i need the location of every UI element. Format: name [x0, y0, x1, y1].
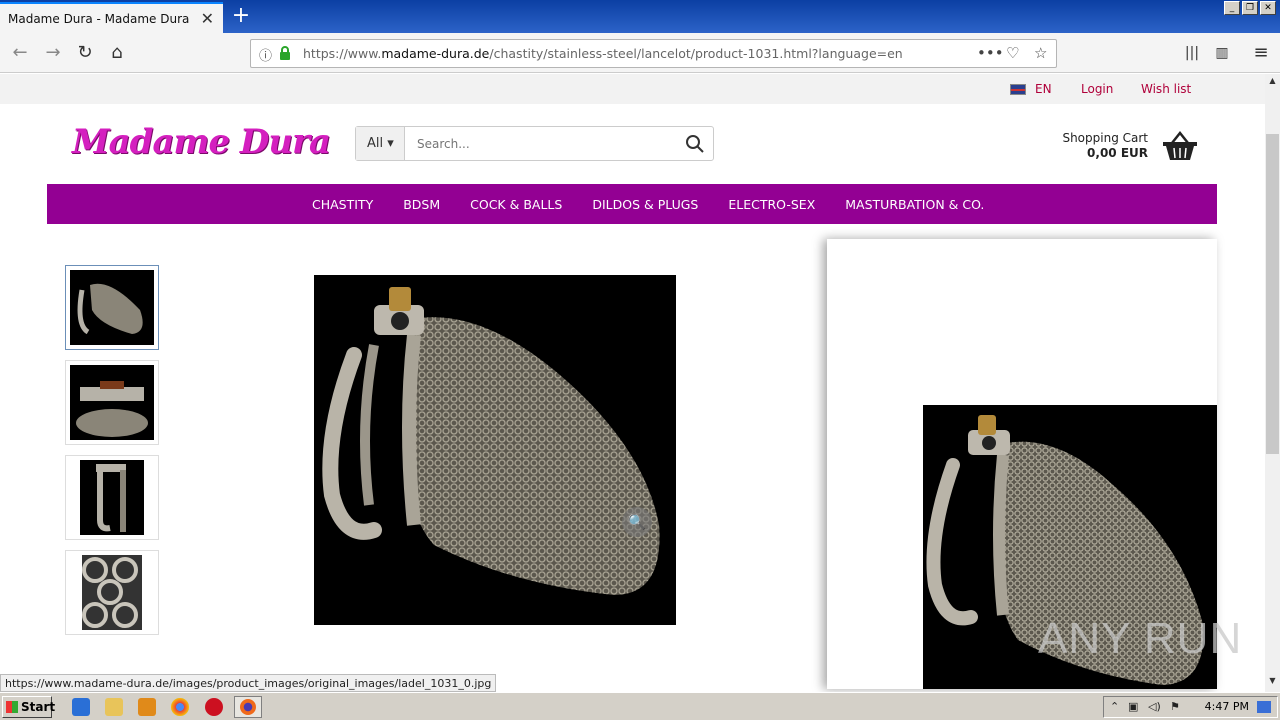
uk-flag-icon [1010, 84, 1026, 95]
firefox-icon [240, 699, 256, 715]
sidebar-icon[interactable]: ▥ [1210, 41, 1234, 65]
product-main-image[interactable] [314, 275, 676, 625]
cart-total: 0,00 EUR [1087, 146, 1148, 160]
taskbar: Start ⌃ ▣ ◁) ⚑ 4:47 PM [0, 692, 1280, 720]
clock: 4:47 PM [1204, 700, 1249, 713]
new-tab-icon[interactable]: + [229, 2, 253, 30]
network-icon[interactable]: ▣ [1128, 700, 1138, 713]
forward-icon[interactable]: → [41, 41, 65, 65]
url-text: https://www.madame-dura.de/chastity/stai… [303, 46, 903, 61]
basket-icon[interactable] [1162, 131, 1198, 161]
explorer-icon[interactable] [105, 698, 123, 716]
zoom-icon[interactable]: 🔍 [622, 507, 652, 537]
language-link[interactable]: EN [1035, 82, 1052, 96]
menu-item-masturbation[interactable]: MASTURBATION & CO. [845, 184, 984, 226]
login-link[interactable]: Login [1081, 82, 1113, 96]
minimize-icon[interactable]: _ [1224, 1, 1240, 15]
site-logo[interactable]: Madame Dura [72, 122, 331, 162]
ie-icon[interactable] [72, 698, 90, 716]
menu-item-cock-balls[interactable]: COCK & BALLS [470, 184, 562, 226]
show-desktop-icon[interactable] [1257, 701, 1271, 713]
menu-item-dildos-plugs[interactable]: DILDOS & PLUGS [592, 184, 698, 226]
restore-icon[interactable]: ❐ [1242, 1, 1258, 15]
media-player-icon[interactable] [138, 698, 156, 716]
search-category-select[interactable]: All ▾ [356, 127, 405, 160]
vertical-scrollbar[interactable]: ▲ ▼ [1265, 74, 1280, 692]
status-url: https://www.madame-dura.de/images/produc… [0, 674, 497, 692]
utility-bar: EN Login Wish list [0, 74, 1265, 104]
start-button[interactable]: Start [2, 696, 55, 718]
wishlist-link[interactable]: Wish list [1141, 82, 1191, 96]
product-thumbnail-image [70, 270, 154, 345]
flag-icon[interactable]: ⚑ [1170, 700, 1180, 713]
tab-title: Madame Dura - Madame Dura [8, 12, 190, 26]
back-icon[interactable]: ← [8, 41, 32, 65]
shopping-cart[interactable]: Shopping Cart 0,00 EUR [1050, 131, 1148, 161]
tray-expand-icon[interactable]: ⌃ [1110, 700, 1119, 713]
chrome-icon[interactable] [171, 698, 189, 716]
menu-icon[interactable]: ≡ [1249, 41, 1273, 65]
firefox-taskbar-button[interactable] [234, 696, 262, 718]
menu-item-chastity[interactable]: CHASTITY [312, 184, 373, 226]
address-bar[interactable]: ⓘ https://www.madame-dura.de/chastity/st… [250, 39, 1057, 68]
product-photo [322, 287, 660, 595]
opera-icon[interactable] [205, 698, 223, 716]
library-icon[interactable]: ||| [1180, 41, 1204, 65]
home-icon[interactable]: ⌂ [105, 41, 129, 65]
bookmark-star-icon[interactable]: ☆ [1034, 44, 1047, 62]
site-header: Madame Dura All ▾ Shopping Cart 0,00 EUR [0, 104, 1265, 184]
product-thumbnail-image [70, 365, 154, 440]
lock-icon [280, 46, 290, 60]
volume-icon[interactable]: ◁) [1148, 700, 1161, 713]
browser-tab[interactable]: Madame Dura - Madame Dura ✕ [0, 2, 223, 33]
cart-label: Shopping Cart [1062, 131, 1148, 145]
product-thumbnail[interactable] [65, 265, 159, 350]
product-thumbnail[interactable] [65, 455, 159, 540]
menu-item-electro-sex[interactable]: ELECTRO-SEX [728, 184, 815, 226]
menu-item-bdsm[interactable]: BDSM [403, 184, 440, 226]
scroll-thumb[interactable] [1266, 134, 1279, 454]
window-controls: _ ❐ ✕ [1224, 1, 1276, 15]
close-window-icon[interactable]: ✕ [1260, 1, 1276, 15]
browser-nav-bar: ← → ↻ ⌂ ⓘ https://www.madame-dura.de/cha… [0, 33, 1280, 73]
reload-icon[interactable]: ↻ [73, 41, 97, 65]
search-icon[interactable] [685, 134, 705, 154]
pocket-icon[interactable]: ♡ [1006, 44, 1019, 62]
search-box: All ▾ [355, 126, 714, 161]
product-thumbnail-image [70, 460, 154, 535]
page-actions-icon[interactable]: ••• [977, 44, 1004, 62]
product-thumbnail-image [70, 555, 154, 630]
main-menu: CHASTITY BDSM COCK & BALLS DILDOS & PLUG… [47, 184, 1217, 224]
product-thumbnail[interactable] [65, 550, 159, 635]
browser-tab-bar: Madame Dura - Madame Dura ✕ + _ ❐ ✕ [0, 0, 1280, 33]
close-tab-icon[interactable]: ✕ [201, 9, 214, 28]
watermark: ANY RUN [1038, 614, 1243, 663]
product-thumbnail[interactable] [65, 360, 159, 445]
info-icon[interactable]: ⓘ [259, 45, 272, 64]
scroll-up-icon[interactable]: ▲ [1266, 76, 1279, 90]
search-input[interactable] [406, 127, 676, 160]
system-tray: ⌃ ▣ ◁) ⚑ 4:47 PM [1103, 696, 1278, 718]
scroll-down-icon[interactable]: ▼ [1266, 676, 1279, 690]
